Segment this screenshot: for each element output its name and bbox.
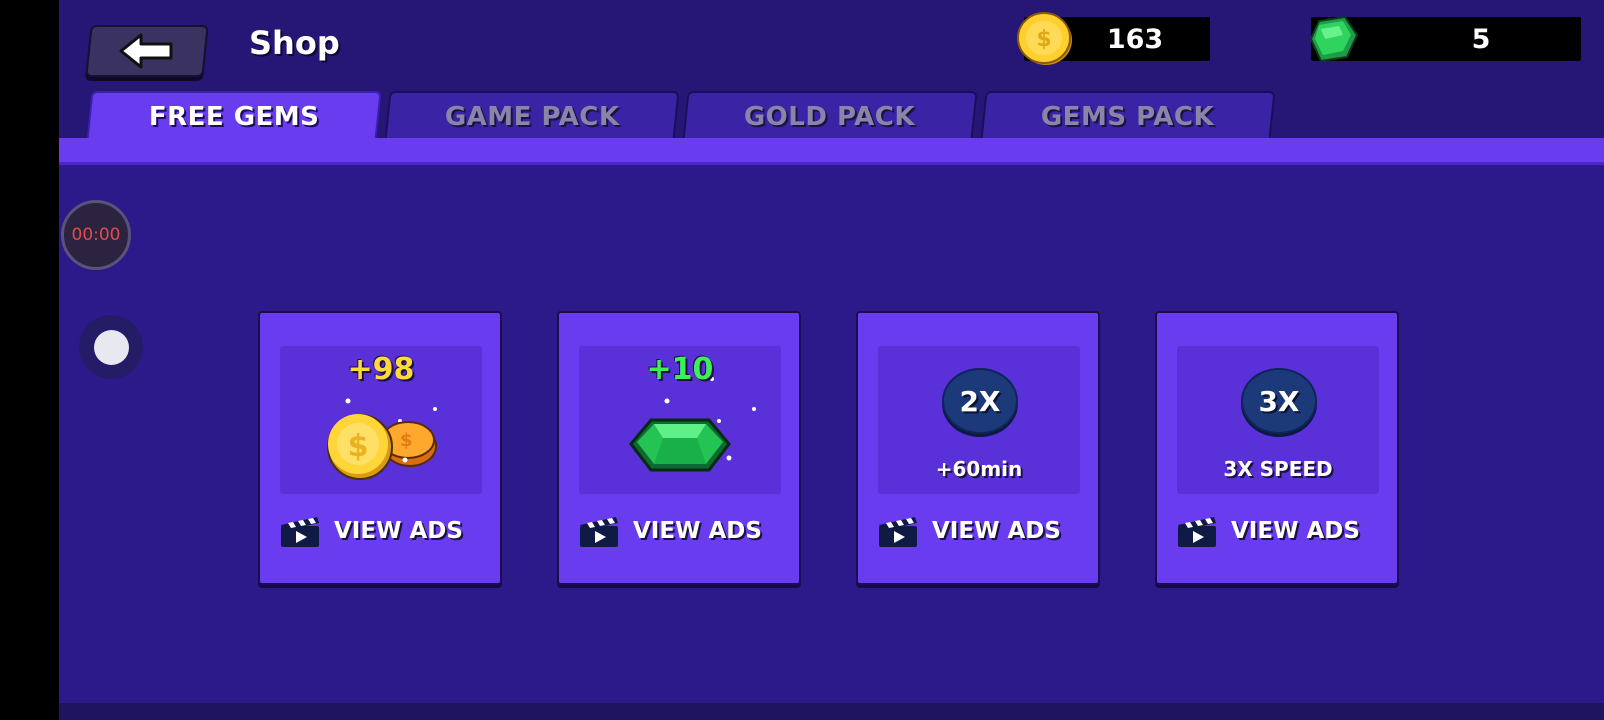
- multiplier-badge: 3X: [1241, 368, 1317, 434]
- view-ads-button[interactable]: VIEW ADS: [1177, 511, 1379, 551]
- reward-panel: +10: [579, 346, 781, 494]
- tab-game-pack[interactable]: GAME PACK: [384, 91, 680, 140]
- clapperboard-icon: [1178, 517, 1216, 547]
- view-ads-button[interactable]: VIEW ADS: [878, 511, 1080, 551]
- bottom-bar: [59, 703, 1604, 720]
- floating-toggle-button[interactable]: [79, 315, 143, 379]
- clapperboard-icon: [879, 517, 917, 547]
- view-ads-button[interactable]: VIEW ADS: [280, 511, 482, 551]
- tab-label: GOLD PACK: [744, 101, 916, 132]
- reward-amount: +10: [646, 352, 714, 387]
- boost-detail: +60min: [935, 457, 1023, 481]
- coin-count: 163: [1106, 23, 1164, 55]
- svg-text:$: $: [400, 430, 413, 451]
- tab-free-gems[interactable]: FREE GEMS: [86, 91, 382, 140]
- back-button[interactable]: [85, 25, 209, 77]
- reward-card-coins[interactable]: +98 $ $ VIEW ADS: [258, 311, 502, 585]
- tab-gems-pack[interactable]: GEMS PACK: [980, 91, 1276, 140]
- shop-screen: Shop $ 163 5 FREE GEMS GAME PACK GOLD PA…: [59, 0, 1604, 720]
- view-ads-label: VIEW ADS: [1231, 518, 1360, 544]
- coin-balance: $ 163: [1017, 12, 1210, 65]
- view-ads-label: VIEW ADS: [334, 518, 463, 544]
- top-bar: Shop $ 163 5 FREE GEMS GAME PACK GOLD PA…: [59, 0, 1604, 150]
- page-title: Shop: [249, 24, 340, 62]
- tab-underline: [59, 138, 1604, 165]
- gem-count: 5: [1471, 23, 1491, 55]
- gem-balance: 5: [1309, 15, 1581, 63]
- tab-label: GEMS PACK: [1041, 101, 1215, 132]
- tab-label: FREE GEMS: [148, 101, 320, 132]
- recording-timer: 00:00: [61, 200, 131, 270]
- svg-text:$: $: [1036, 27, 1051, 52]
- boost-detail: 3X SPEED: [1223, 457, 1333, 481]
- reward-panel: 2X +60min: [878, 346, 1080, 494]
- reward-card-2x-boost[interactable]: 2X +60min VIEW ADS: [856, 311, 1100, 585]
- view-ads-label: VIEW ADS: [932, 518, 1061, 544]
- view-ads-button[interactable]: VIEW ADS: [579, 511, 781, 551]
- svg-text:$: $: [348, 429, 369, 464]
- tab-gold-pack[interactable]: GOLD PACK: [682, 91, 978, 140]
- reward-card-gems[interactable]: +10 VIEW ADS: [557, 311, 801, 585]
- clapperboard-icon: [580, 517, 618, 547]
- reward-panel: 3X 3X SPEED: [1177, 346, 1379, 494]
- multiplier-badge: 2X: [942, 368, 1018, 434]
- clapperboard-icon: [281, 517, 319, 547]
- gold-coins-icon: $ $: [327, 398, 437, 480]
- toggle-knob: [93, 329, 129, 365]
- gem-icon: [1309, 15, 1359, 63]
- arrow-left-icon: [119, 33, 173, 69]
- reward-panel: +98 $ $: [280, 346, 482, 494]
- shop-tabs: FREE GEMS GAME PACK GOLD PACK GEMS PACK: [59, 91, 1604, 140]
- view-ads-label: VIEW ADS: [633, 518, 762, 544]
- tab-label: GAME PACK: [444, 101, 620, 132]
- reward-card-3x-speed[interactable]: 3X 3X SPEED VIEW ADS: [1155, 311, 1399, 585]
